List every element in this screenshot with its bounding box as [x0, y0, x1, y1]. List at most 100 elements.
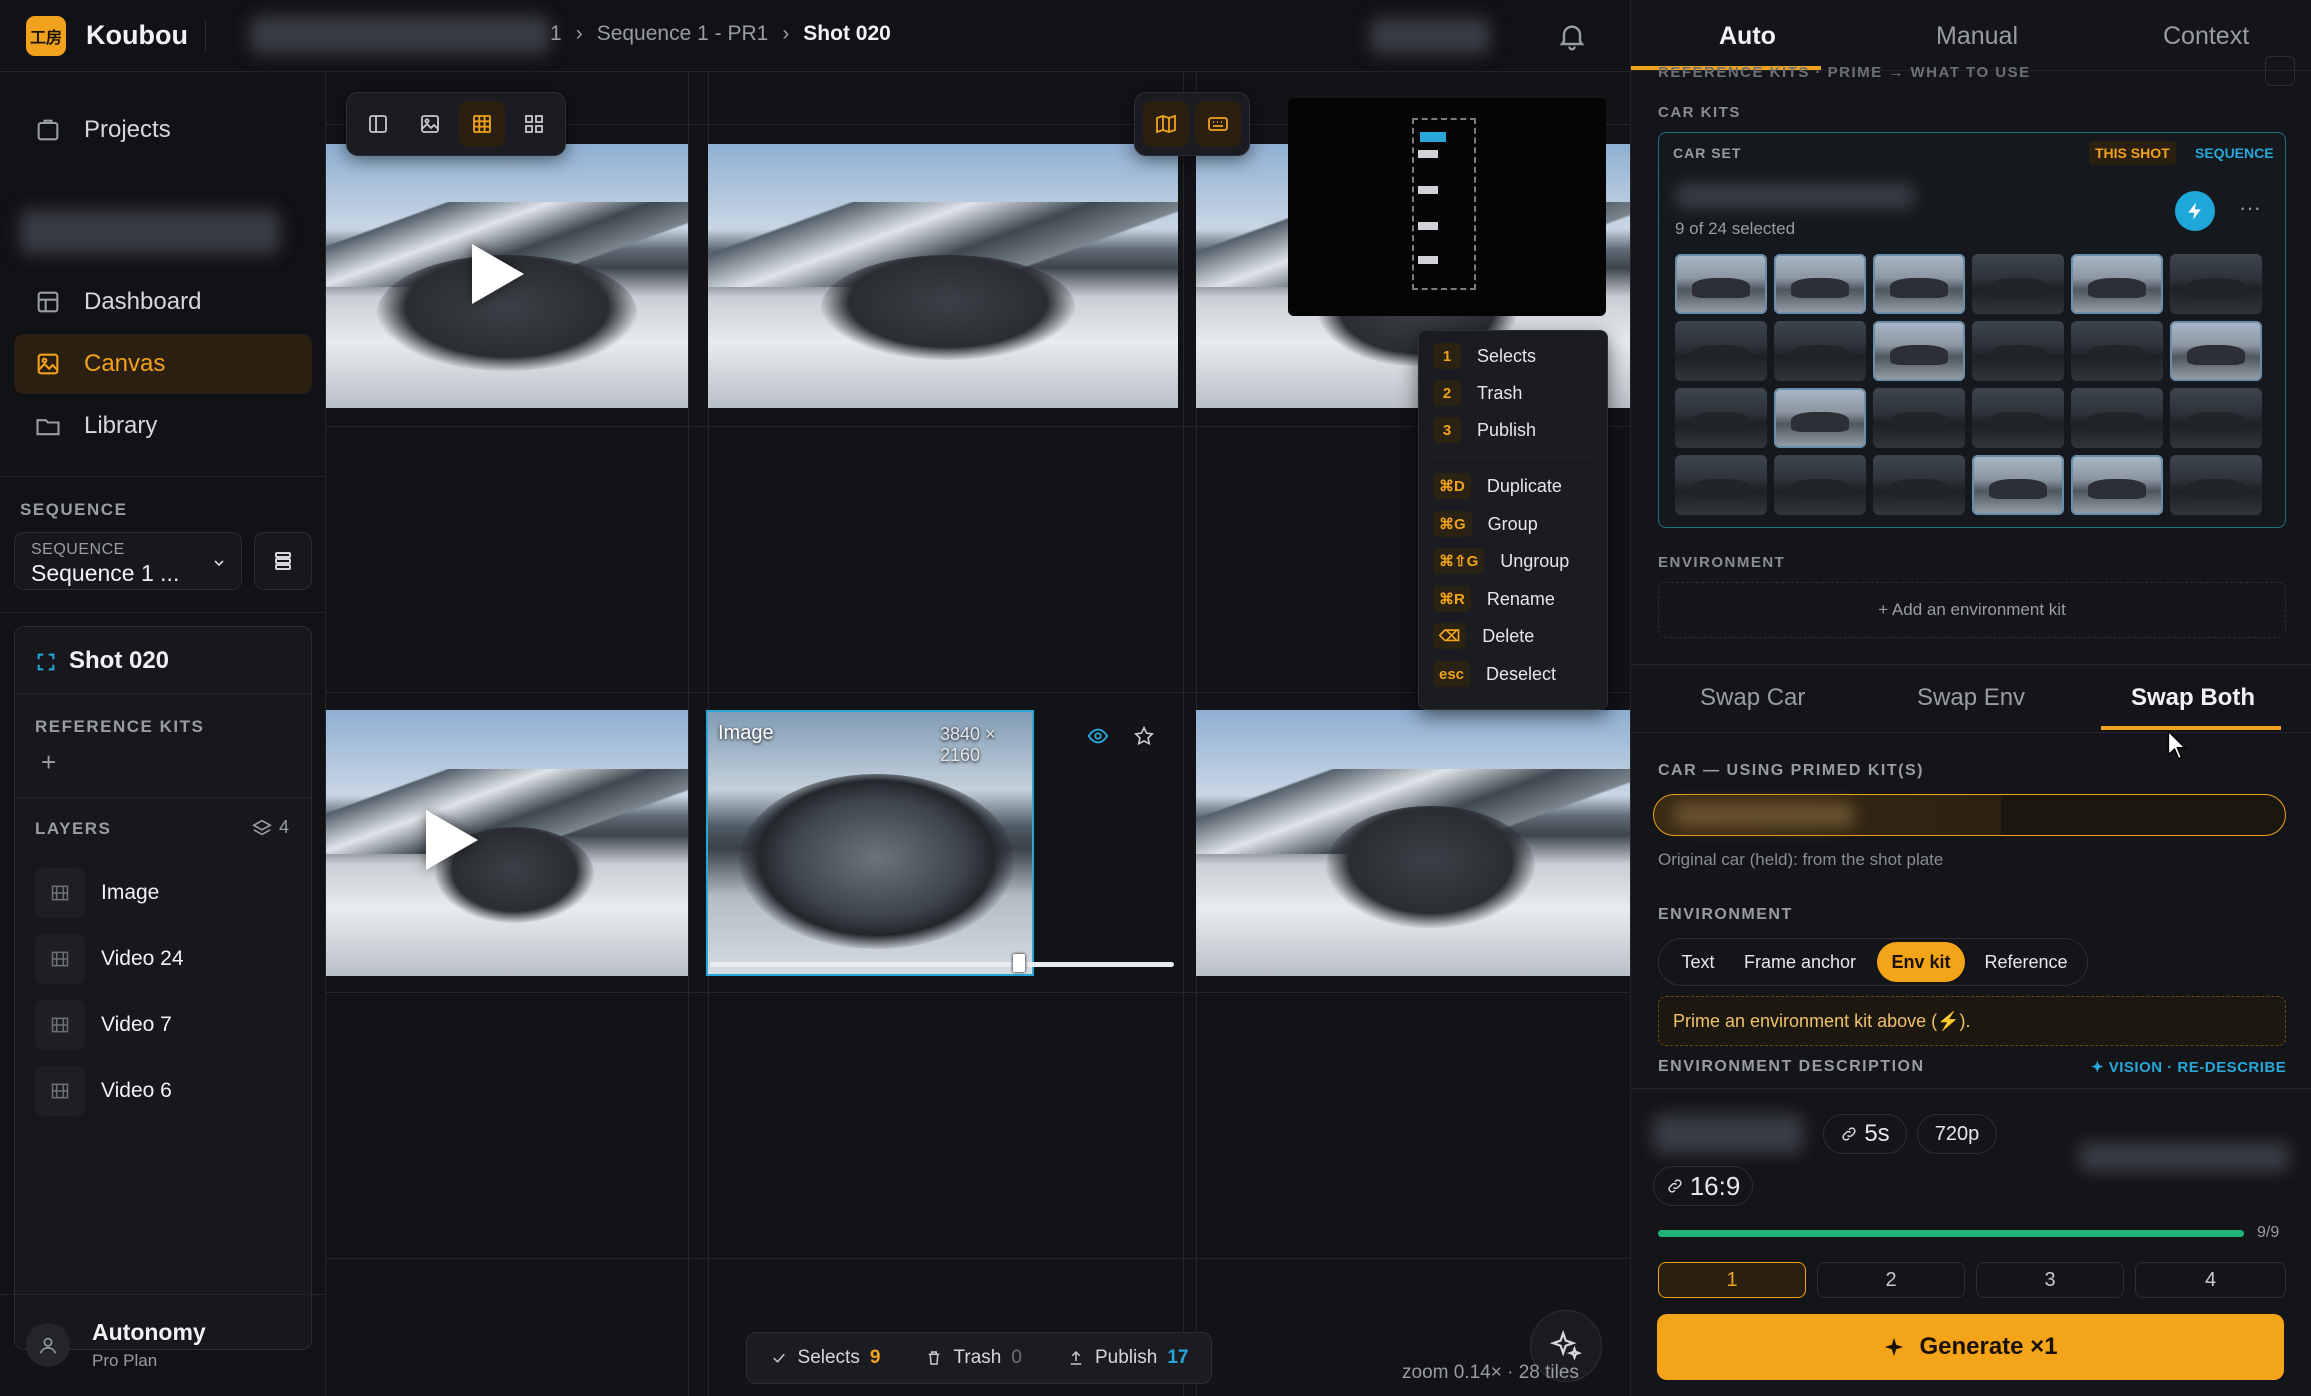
layer-item[interactable]: Image: [35, 867, 305, 919]
car-thumbnail[interactable]: [1675, 455, 1767, 515]
car-thumbnail[interactable]: [1972, 455, 2064, 515]
sequence-badge[interactable]: SEQUENCE: [2195, 145, 2274, 161]
tab-manual[interactable]: Manual: [1936, 22, 2018, 51]
car-thumbnail[interactable]: [2170, 321, 2262, 381]
app-logo[interactable]: 工房: [26, 16, 66, 56]
favorite-toggle[interactable]: [1126, 718, 1162, 754]
tiles-view-button[interactable]: [511, 101, 557, 147]
add-environment-kit-button[interactable]: + Add an environment kit: [1658, 582, 2286, 638]
car-thumbnail[interactable]: [1873, 254, 1965, 314]
progress-text: 9/9: [2257, 1224, 2280, 1241]
sequence-list-button[interactable]: [254, 532, 312, 590]
sidebar-item-canvas[interactable]: Canvas: [14, 334, 312, 394]
selected-image-tile[interactable]: Image 3840 × 2160: [706, 710, 1174, 976]
layer-item[interactable]: Video 24: [35, 933, 305, 985]
car-thumbnail[interactable]: [1774, 254, 1866, 314]
tab-context[interactable]: Context: [2163, 22, 2249, 51]
sequence-select[interactable]: SEQUENCE Sequence 1 ...: [14, 532, 242, 590]
user-profile[interactable]: Autonomy Pro Plan: [0, 1294, 326, 1396]
car-thumbnail[interactable]: [1675, 388, 1767, 448]
car-thumbnail[interactable]: [2071, 388, 2163, 448]
minimap-toggle-button[interactable]: [1143, 101, 1189, 147]
play-icon[interactable]: [472, 244, 524, 304]
bell-icon[interactable]: [1556, 20, 1588, 52]
menu-item-selects[interactable]: 1 Selects: [1433, 341, 1536, 371]
count-option-2[interactable]: 2: [1817, 1262, 1965, 1298]
shortcuts-toggle-button[interactable]: [1195, 101, 1241, 147]
swap-tab-car[interactable]: Swap Car: [1700, 684, 1805, 712]
trash-button[interactable]: Trash 0: [925, 1347, 1022, 1369]
minimap[interactable]: [1288, 98, 1606, 316]
eye-icon: [1087, 728, 1109, 744]
car-thumbnail[interactable]: [2071, 455, 2163, 515]
visibility-toggle[interactable]: [1080, 718, 1116, 754]
sidebar-item-projects[interactable]: Projects: [14, 100, 312, 160]
tab-auto[interactable]: Auto: [1719, 22, 1776, 51]
menu-item-publish[interactable]: 3 Publish: [1433, 415, 1536, 445]
image-view-button[interactable]: [407, 101, 453, 147]
add-kit-button[interactable]: [2265, 56, 2295, 86]
swap-tab-env[interactable]: Swap Env: [1917, 684, 2025, 712]
breadcrumb-sequence[interactable]: Sequence 1 - PR1: [597, 22, 769, 46]
env-mode-frame-anchor[interactable]: Frame anchor: [1735, 942, 1865, 982]
menu-item-rename[interactable]: ⌘R Rename: [1433, 584, 1555, 614]
play-icon[interactable]: [426, 810, 478, 870]
video-tile[interactable]: [326, 144, 688, 408]
scrub-track[interactable]: [710, 962, 1174, 967]
count-option-4[interactable]: 4: [2135, 1262, 2286, 1298]
car-thumbnail[interactable]: [1873, 321, 1965, 381]
count-option-3[interactable]: 3: [1976, 1262, 2124, 1298]
grid-view-button[interactable]: [459, 101, 505, 147]
car-thumbnail[interactable]: [2071, 254, 2163, 314]
env-mode-reference[interactable]: Reference: [1971, 942, 2081, 982]
count-option-1[interactable]: 1: [1658, 1262, 1806, 1298]
canvas[interactable]: Image 3840 × 2160 1 Selects 2 Trash 3 Publi…: [326, 72, 1630, 1396]
this-shot-badge[interactable]: THIS SHOT: [2089, 141, 2176, 165]
publish-button[interactable]: Publish 17: [1067, 1347, 1188, 1369]
video-tile[interactable]: [708, 144, 1178, 408]
prime-kit-button[interactable]: [2175, 191, 2215, 231]
env-mode-text[interactable]: Text: [1665, 942, 1731, 982]
car-thumbnail[interactable]: [1675, 254, 1767, 314]
menu-item-ungroup[interactable]: ⌘⇧G Ungroup: [1433, 546, 1569, 576]
car-thumbnail[interactable]: [1972, 388, 2064, 448]
car-thumbnail[interactable]: [1774, 388, 1866, 448]
car-thumbnail[interactable]: [1675, 321, 1767, 381]
car-thumbnail[interactable]: [2071, 321, 2163, 381]
menu-item-delete[interactable]: ⌫ Delete: [1433, 621, 1534, 651]
video-tile[interactable]: [1196, 710, 1630, 976]
scrub-handle[interactable]: [1012, 954, 1025, 972]
aspect-chip[interactable]: 16:9: [1653, 1166, 1753, 1206]
car-thumbnail[interactable]: [1972, 321, 2064, 381]
env-mode-env-kit[interactable]: Env kit: [1877, 942, 1965, 982]
resolution-chip[interactable]: 720p: [1917, 1114, 1997, 1154]
layer-item[interactable]: Video 7: [35, 999, 305, 1051]
car-thumbnail[interactable]: [2170, 455, 2262, 515]
menu-item-group[interactable]: ⌘G Group: [1433, 509, 1538, 539]
duration-chip[interactable]: 5s: [1823, 1114, 1907, 1154]
menu-item-deselect[interactable]: esc Deselect: [1433, 659, 1556, 689]
car-thumbnail[interactable]: [1774, 321, 1866, 381]
layer-item[interactable]: Video 6: [35, 1065, 305, 1117]
selects-button[interactable]: Selects 9: [770, 1347, 880, 1369]
car-thumbnail[interactable]: [1972, 254, 2064, 314]
sidebar-toggle-button[interactable]: [355, 101, 401, 147]
menu-item-trash[interactable]: 2 Trash: [1433, 378, 1522, 408]
video-tile[interactable]: [326, 710, 688, 976]
sidebar-item-dashboard[interactable]: Dashboard: [14, 272, 312, 332]
car-thumbnail[interactable]: [2170, 388, 2262, 448]
sidebar-item-library[interactable]: Library: [14, 396, 312, 456]
breadcrumb-partial[interactable]: 1: [550, 22, 562, 46]
more-options-button[interactable]: ···: [2239, 195, 2261, 221]
menu-item-duplicate[interactable]: ⌘D Duplicate: [1433, 471, 1562, 501]
car-thumbnail[interactable]: [2170, 254, 2262, 314]
generate-button[interactable]: Generate ×1: [1657, 1314, 2284, 1380]
vision-redescribe-link[interactable]: ✦ VISION · RE-DESCRIBE: [2091, 1058, 2286, 1076]
swap-tab-both[interactable]: Swap Both: [2131, 684, 2255, 712]
car-thumbnail[interactable]: [1774, 455, 1866, 515]
car-kit-selector[interactable]: [1653, 794, 2286, 836]
car-thumbnail[interactable]: [1873, 388, 1965, 448]
add-reference-kit-button[interactable]: +: [41, 747, 56, 778]
minimap-tile: [1418, 222, 1438, 230]
car-thumbnail[interactable]: [1873, 455, 1965, 515]
